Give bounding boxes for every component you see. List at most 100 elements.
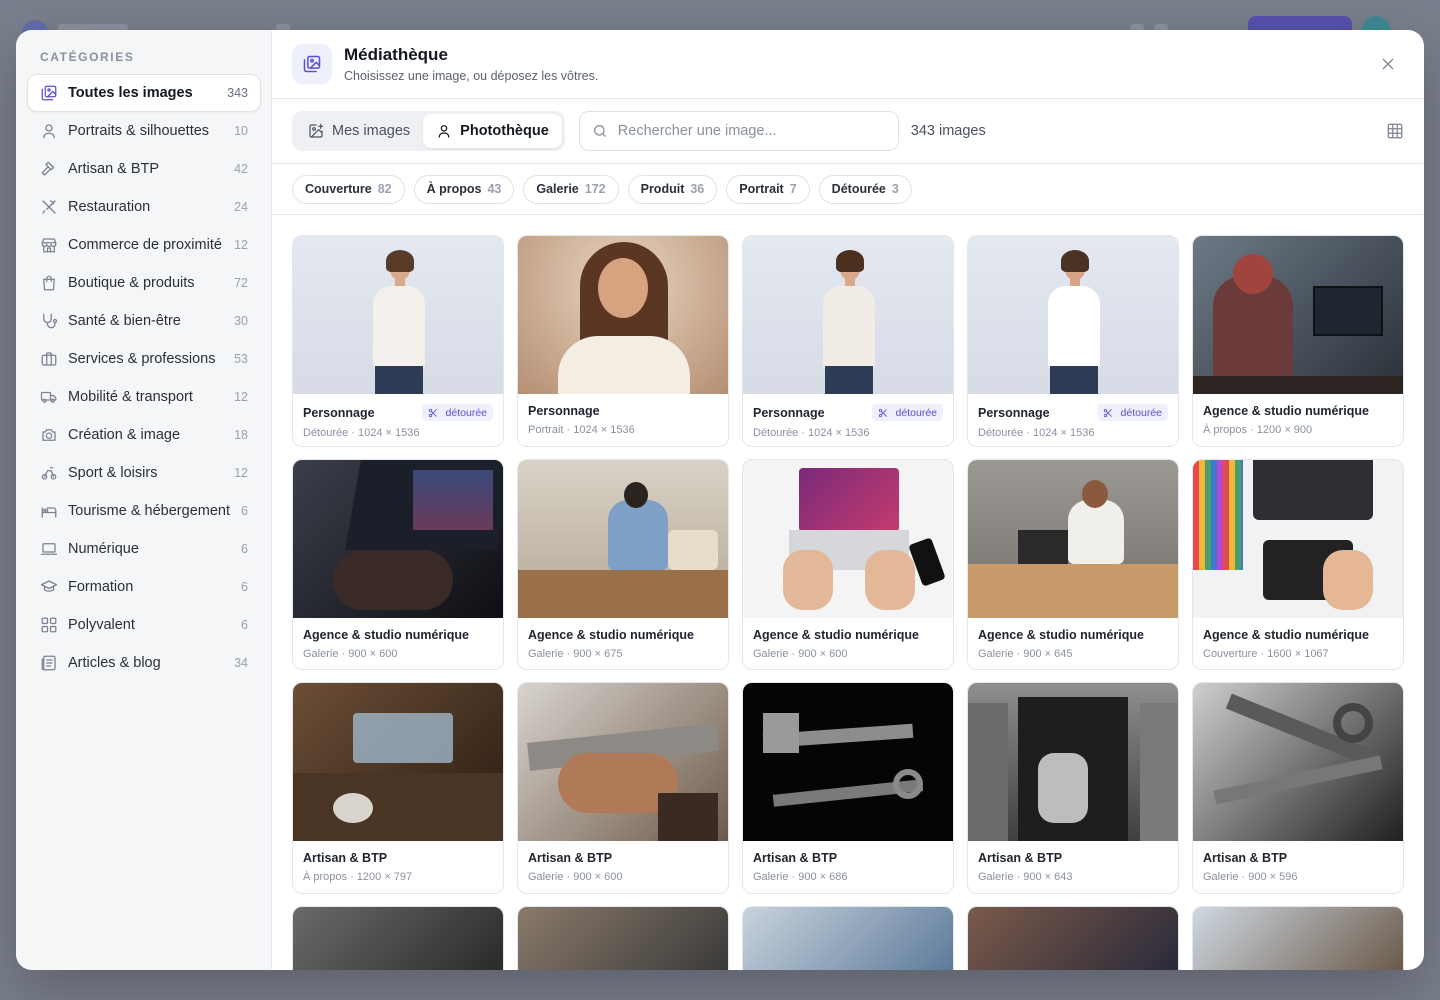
image-title: Personnage bbox=[303, 405, 375, 420]
image-card[interactable]: Agence & studio numérique Couverture · 16… bbox=[1192, 458, 1404, 671]
sidebar-item[interactable]: Sport & loisirs 12 bbox=[27, 454, 261, 492]
sidebar-item[interactable]: Artisan & BTP 42 bbox=[27, 150, 261, 188]
laptop-icon bbox=[40, 540, 58, 558]
image-details: Galerie · 900 × 600 bbox=[303, 647, 398, 660]
sidebar-item-label: Numérique bbox=[68, 541, 139, 557]
image-details: Galerie · 900 × 600 bbox=[528, 871, 623, 884]
sidebar-item[interactable]: Commerce de proximité 12 bbox=[27, 226, 261, 264]
image-title: Artisan & BTP bbox=[303, 851, 388, 866]
image-title: Personnage bbox=[978, 405, 1050, 420]
image-title: Artisan & BTP bbox=[978, 851, 1063, 866]
sidebar-item-count: 12 bbox=[234, 390, 248, 404]
sidebar-item[interactable]: Formation 6 bbox=[27, 568, 261, 606]
image-card[interactable]: Agence & studio numérique À propos · 1200… bbox=[1192, 235, 1404, 447]
main-panel: Médiathèque Choisissez une image, ou dép… bbox=[272, 30, 1424, 970]
image-card[interactable] bbox=[292, 906, 504, 970]
graduation-cap-icon bbox=[40, 578, 58, 596]
image-meta: Personnage Portrait · 1024 × 1536 bbox=[518, 394, 728, 446]
sidebar-item[interactable]: Polyvalent 6 bbox=[27, 606, 261, 644]
sidebar-item-label: Formation bbox=[68, 579, 134, 595]
modal-header: Médiathèque Choisissez une image, ou dép… bbox=[272, 30, 1424, 99]
image-card[interactable] bbox=[517, 906, 729, 970]
sidebar-item-label: Commerce de proximité bbox=[68, 237, 222, 253]
image-details: Galerie · 900 × 643 bbox=[978, 871, 1073, 884]
image-card[interactable]: Personnage détourée Détourée · 1024 × 1536 bbox=[967, 235, 1179, 447]
image-meta: Artisan & BTP Galerie · 900 × 600 bbox=[518, 841, 728, 893]
image-thumbnail bbox=[743, 236, 953, 394]
image-card[interactable]: Personnage Portrait · 1024 × 1536 bbox=[517, 235, 729, 447]
close-icon[interactable] bbox=[1378, 54, 1398, 74]
image-card[interactable]: Agence & studio numérique Galerie · 900 ×… bbox=[742, 458, 954, 671]
sidebar-item-count: 6 bbox=[241, 542, 248, 556]
image-card[interactable]: Artisan & BTP Galerie · 900 × 686 bbox=[742, 682, 954, 894]
image-card[interactable]: Personnage détourée Détourée · 1024 × 1536 bbox=[742, 235, 954, 447]
modal-title: Médiathèque bbox=[344, 45, 448, 64]
sidebar-item-label: Tourisme & hébergement bbox=[68, 503, 230, 519]
filter-chip[interactable]: Couverture 82 bbox=[292, 174, 405, 204]
sidebar-item-count: 72 bbox=[234, 276, 248, 290]
tab-label: Mes images bbox=[332, 123, 411, 139]
sidebar-item-label: Articles & blog bbox=[68, 655, 161, 671]
chip-count: 43 bbox=[487, 182, 502, 196]
image-meta: Agence & studio numérique Galerie · 900 ×… bbox=[518, 618, 728, 670]
filter-chip[interactable]: Détourée 3 bbox=[818, 174, 912, 204]
image-details: Détourée · 1024 × 1536 bbox=[303, 427, 420, 439]
chip-label: Portrait bbox=[739, 182, 784, 196]
sidebar-item[interactable]: Boutique & produits 72 bbox=[27, 264, 261, 302]
image-card[interactable] bbox=[742, 906, 954, 970]
image-card[interactable]: Agence & studio numérique Galerie · 900 ×… bbox=[967, 458, 1179, 671]
image-thumbnail bbox=[518, 236, 728, 394]
sidebar-item[interactable]: Santé & bien-être 30 bbox=[27, 302, 261, 340]
image-card[interactable]: Artisan & BTP À propos · 1200 × 797 bbox=[292, 682, 504, 894]
image-thumbnail bbox=[743, 907, 953, 970]
scissors-icon bbox=[428, 408, 442, 418]
image-details: Portrait · 1024 × 1536 bbox=[528, 424, 635, 436]
image-thumbnail bbox=[968, 459, 1178, 618]
sidebar-item[interactable]: Portraits & silhouettes 10 bbox=[27, 112, 261, 150]
image-title: Artisan & BTP bbox=[1203, 851, 1288, 866]
category-list: Toutes les images 343 Portraits & silhouet… bbox=[27, 74, 261, 682]
image-thumbnail bbox=[293, 683, 503, 842]
sidebar-item[interactable]: Tourisme & hébergement 6 bbox=[27, 492, 261, 530]
image-card[interactable]: Artisan & BTP Galerie · 900 × 643 bbox=[967, 682, 1179, 894]
image-title: Agence & studio numérique bbox=[753, 627, 919, 642]
sidebar-item[interactable]: Numérique 6 bbox=[27, 530, 261, 568]
image-meta: Artisan & BTP À propos · 1200 × 797 bbox=[293, 841, 503, 893]
image-thumbnail bbox=[1193, 459, 1403, 618]
image-meta: Artisan & BTP Galerie · 900 × 686 bbox=[743, 841, 953, 893]
image-card[interactable]: Artisan & BTP Galerie · 900 × 600 bbox=[517, 682, 729, 894]
tab-mes-images[interactable]: Mes images bbox=[295, 114, 423, 148]
search-input[interactable] bbox=[617, 123, 886, 139]
chip-label: À propos bbox=[426, 182, 482, 196]
sidebar-item-label: Toutes les images bbox=[68, 85, 193, 101]
image-title: Agence & studio numérique bbox=[978, 627, 1144, 642]
image-card[interactable] bbox=[1192, 906, 1404, 970]
filter-chip[interactable]: À propos 43 bbox=[413, 174, 515, 204]
image-card[interactable]: Artisan & BTP Galerie · 900 × 596 bbox=[1192, 682, 1404, 894]
briefcase-icon bbox=[40, 350, 58, 368]
filter-chip[interactable]: Portrait 7 bbox=[726, 174, 810, 204]
chip-count: 36 bbox=[690, 182, 705, 196]
image-thumbnail bbox=[968, 683, 1178, 842]
sidebar-item[interactable]: Toutes les images 343 bbox=[27, 74, 261, 112]
sidebar-item[interactable]: Mobilité & transport 12 bbox=[27, 378, 261, 416]
bed-icon bbox=[40, 502, 58, 520]
filter-chip[interactable]: Produit 36 bbox=[627, 174, 718, 204]
image-card[interactable] bbox=[967, 906, 1179, 970]
image-card[interactable]: Agence & studio numérique Galerie · 900 ×… bbox=[292, 458, 504, 671]
chip-label: Détourée bbox=[831, 182, 886, 196]
scissors-icon bbox=[878, 408, 892, 418]
sidebar-item[interactable]: Création & image 18 bbox=[27, 416, 261, 454]
filter-chip[interactable]: Galerie 172 bbox=[523, 174, 619, 204]
sidebar-item[interactable]: Services & professions 53 bbox=[27, 340, 261, 378]
sidebar-item[interactable]: Articles & blog 34 bbox=[27, 644, 261, 682]
sidebar-item[interactable]: Restauration 24 bbox=[27, 188, 261, 226]
image-card[interactable]: Personnage détourée Détourée · 1024 × 1536 bbox=[292, 235, 504, 447]
image-title: Agence & studio numérique bbox=[303, 627, 469, 642]
gallery-icon bbox=[292, 44, 332, 84]
grid-view-icon[interactable] bbox=[1386, 122, 1404, 140]
tab-phototheque[interactable]: Photothèque bbox=[423, 114, 562, 148]
image-card[interactable]: Agence & studio numérique Galerie · 900 ×… bbox=[517, 458, 729, 671]
image-title: Agence & studio numérique bbox=[1203, 627, 1369, 642]
chip-count: 3 bbox=[891, 182, 899, 196]
